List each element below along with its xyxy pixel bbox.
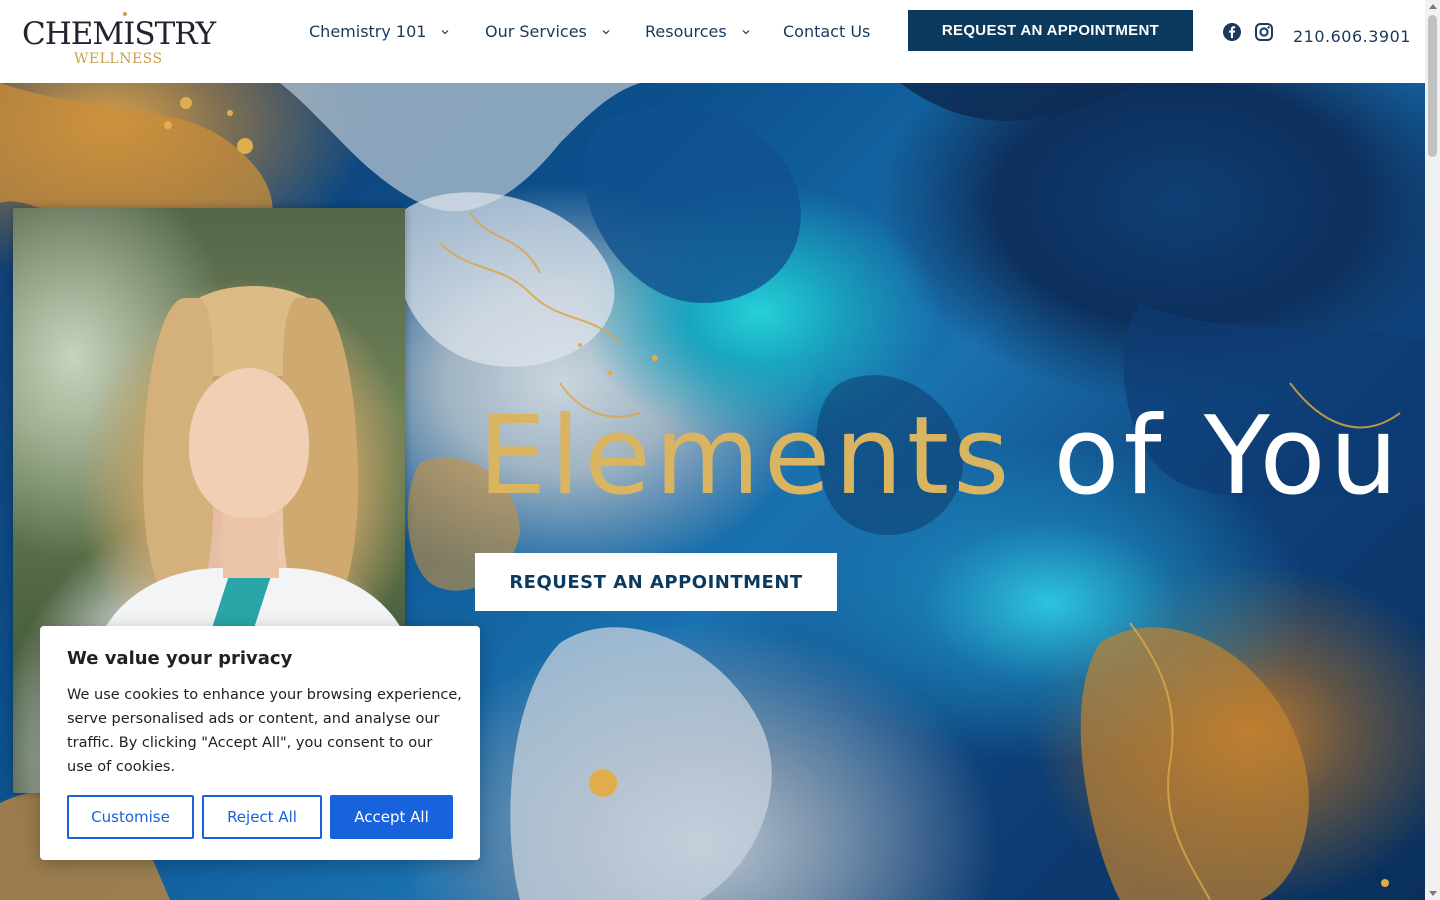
nav-label: Our Services: [485, 22, 587, 41]
chevron-down-icon: [601, 27, 611, 37]
nav-label: Chemistry 101: [309, 22, 427, 41]
page-scrollbar[interactable]: [1425, 0, 1440, 900]
cookie-title: We value your privacy: [67, 648, 293, 669]
customise-button[interactable]: Customise: [67, 795, 194, 839]
chevron-down-icon: [440, 27, 450, 37]
hero-title: Elements of You: [478, 403, 1402, 511]
facebook-icon[interactable]: [1222, 22, 1242, 42]
nav-item-contact-us[interactable]: Contact Us: [783, 22, 870, 41]
scrollbar-thumb[interactable]: [1428, 15, 1437, 157]
header-request-appointment-button[interactable]: REQUEST AN APPOINTMENT: [908, 10, 1193, 51]
hero-title-gold: Elements: [478, 394, 1014, 519]
scroll-down-arrow-icon[interactable]: [1429, 891, 1437, 896]
site-logo[interactable]: CHEMISTRY WELLNESS: [22, 12, 222, 70]
reject-all-button[interactable]: Reject All: [202, 795, 322, 839]
instagram-icon[interactable]: [1254, 22, 1274, 42]
portrait-face: [189, 368, 309, 518]
hero-request-appointment-button[interactable]: REQUEST AN APPOINTMENT: [475, 553, 837, 611]
cookie-description: We use cookies to enhance your browsing …: [67, 687, 462, 775]
nav-item-chemistry-101[interactable]: Chemistry 101: [309, 22, 450, 41]
hero-title-white: of You: [1053, 394, 1402, 519]
nav-label: Resources: [645, 22, 727, 41]
nav-label: Contact Us: [783, 22, 871, 41]
phone-number-link[interactable]: 210.606.3901: [1293, 27, 1411, 46]
logo-wordmark: CHEMISTRY: [22, 16, 216, 52]
accept-all-button[interactable]: Accept All: [330, 795, 453, 839]
nav-item-resources[interactable]: Resources: [645, 22, 751, 41]
logo-subtitle: WELLNESS: [74, 51, 163, 67]
cookie-consent-dialog: We value your privacy We use cookies to …: [40, 626, 480, 860]
site-header: CHEMISTRY WELLNESS Chemistry 101 Our Ser…: [0, 0, 1425, 83]
chevron-down-icon: [741, 27, 751, 37]
nav-item-our-services[interactable]: Our Services: [485, 22, 611, 41]
scroll-up-arrow-icon[interactable]: [1429, 4, 1437, 9]
